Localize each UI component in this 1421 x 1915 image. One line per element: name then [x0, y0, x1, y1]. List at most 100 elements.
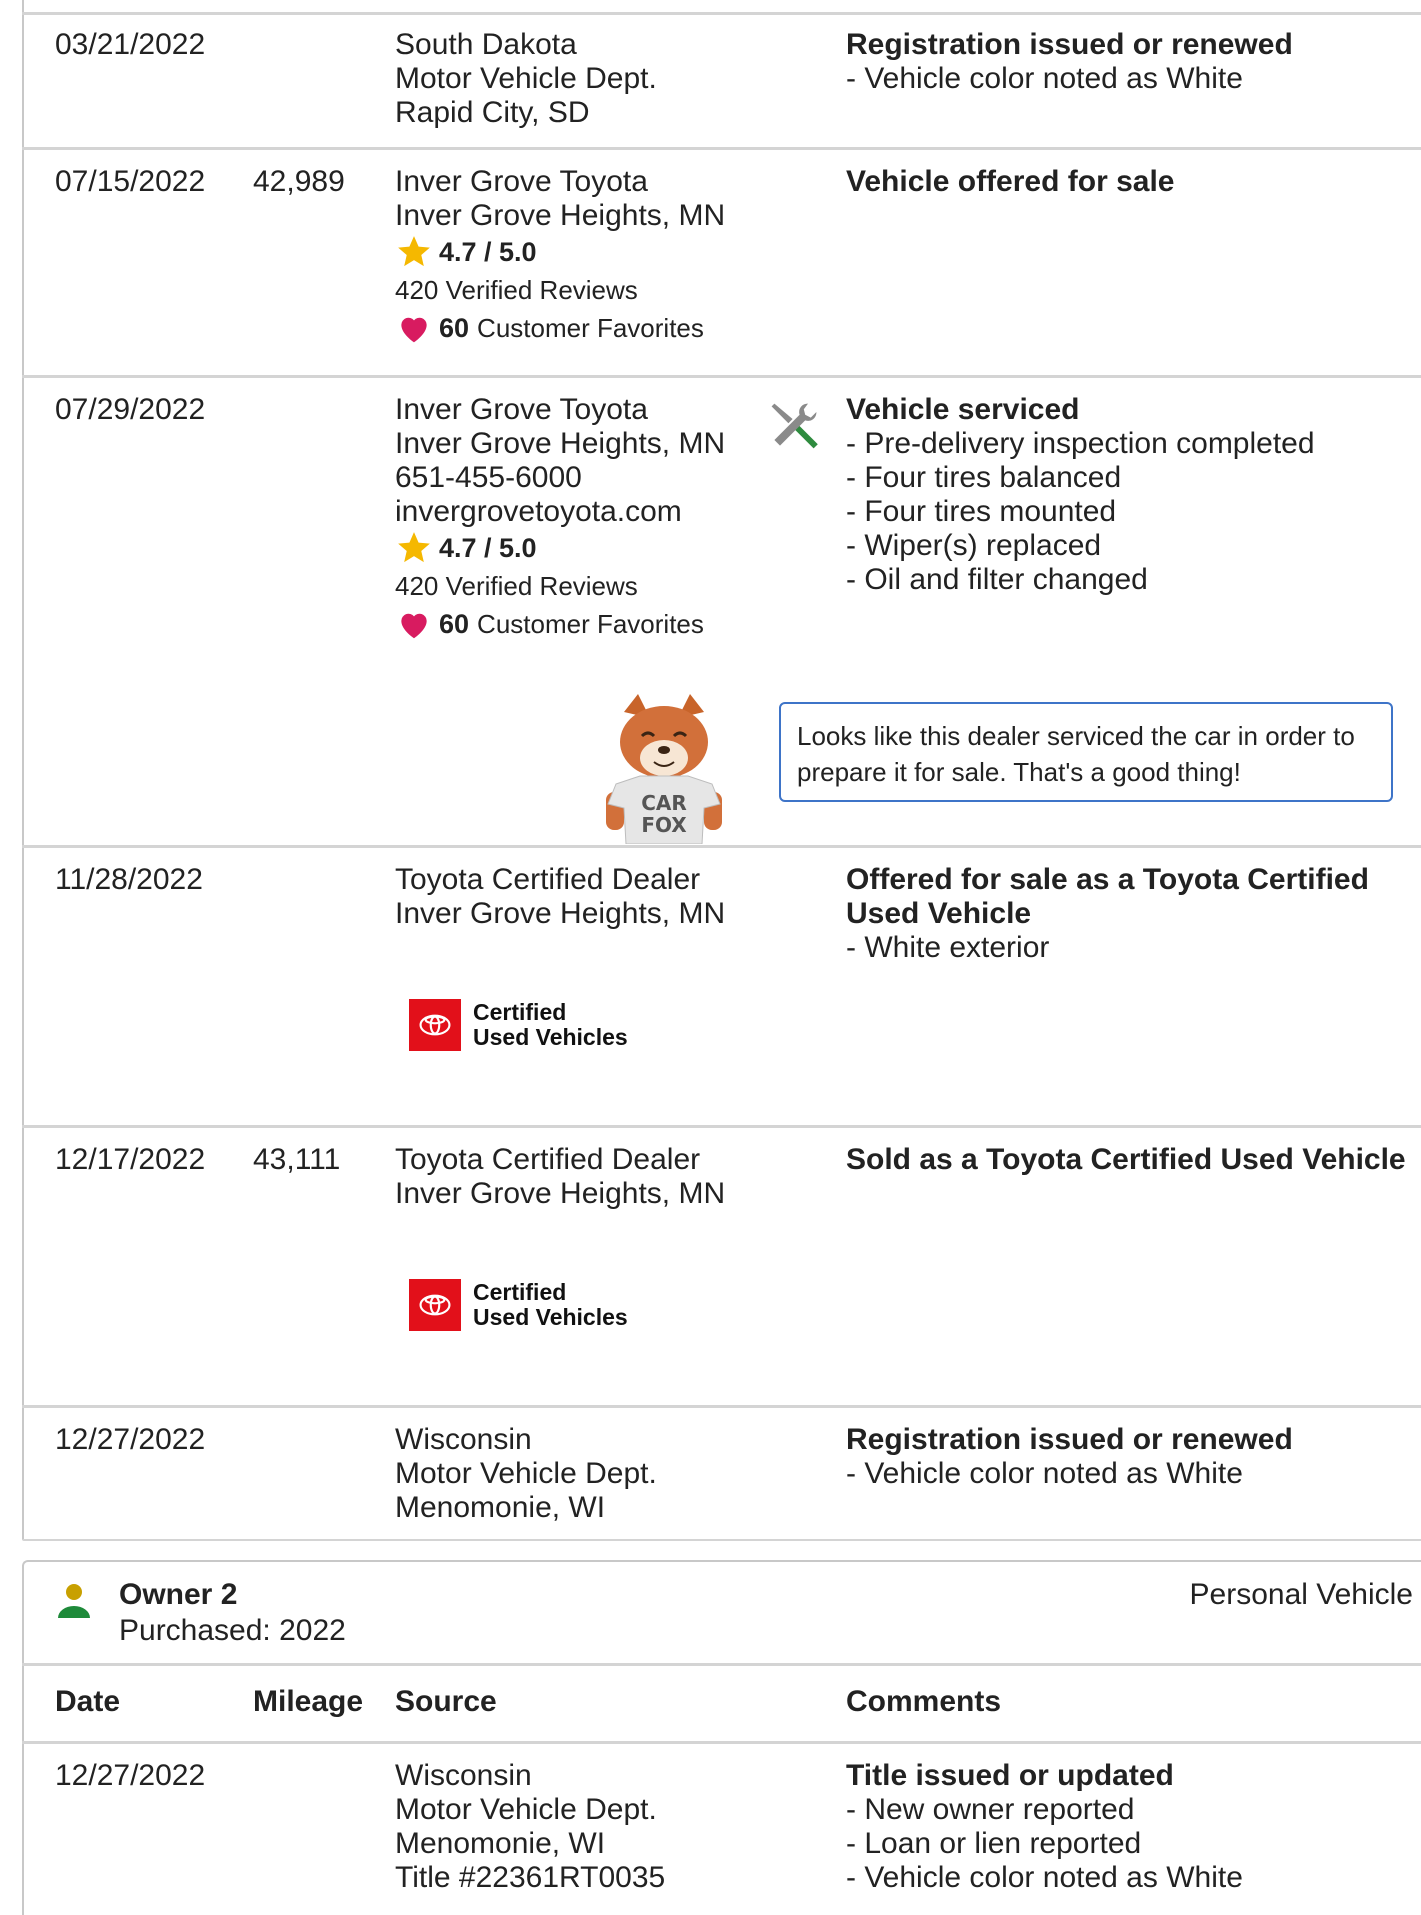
comment-item: Pre-delivery inspection completed [846, 427, 1416, 461]
owner-purchased: Purchased: 2022 [119, 1614, 346, 1647]
owner-vehicle-type: Personal Vehicle [1189, 1578, 1413, 1611]
toyota-logo-icon [409, 999, 461, 1051]
favorites-count: 60 [439, 609, 470, 639]
owner-title: Owner 2 [119, 1578, 238, 1611]
divider [22, 845, 1421, 848]
dealer-rating[interactable]: 4.7 / 5.0 [395, 233, 725, 271]
fox-shirt-line-2: FOX [641, 813, 687, 837]
source-line: Inver Grove Heights, MN [395, 1177, 726, 1210]
carfox-mascot: CAR FOX [606, 694, 722, 844]
owner-row-1-comments: Title issued or updated New owner report… [846, 1759, 1416, 1895]
fox-shirt-line-1: CAR [641, 791, 687, 815]
comment-item: Loan or lien reported [846, 1827, 1416, 1861]
dealer-phone[interactable]: 651-455-6000 [395, 461, 725, 495]
source-line: Inver Grove Heights, MN [395, 897, 726, 930]
heart-icon [401, 613, 427, 639]
source-line: Toyota Certified Dealer [395, 1143, 701, 1176]
source-line: Wisconsin [395, 1759, 532, 1792]
verified-reviews[interactable]: 420 Verified Reviews [395, 567, 725, 605]
row-1-comments: Registration issued or renewed Vehicle c… [846, 28, 1416, 96]
tools-icon [771, 403, 818, 449]
comment-title: Vehicle serviced [846, 393, 1080, 426]
row-2-source: Inver Grove Toyota Inver Grove Heights, … [395, 165, 725, 347]
comment-item: White exterior [846, 931, 1416, 965]
source-line: Menomonie, WI [395, 1827, 606, 1860]
comment-title: Vehicle offered for sale [846, 165, 1175, 198]
toyota-logo-icon [409, 1279, 461, 1331]
dealer-rating[interactable]: 4.7 / 5.0 [395, 529, 725, 567]
badge-line: Certified [473, 999, 567, 1025]
source-line: Inver Grove Heights, MN [395, 427, 726, 460]
badge-line: Used Vehicles [473, 1304, 628, 1330]
comment-item: Vehicle color noted as White [846, 1457, 1416, 1491]
source-line: Motor Vehicle Dept. [395, 62, 657, 95]
comment-item: Four tires mounted [846, 495, 1416, 529]
row-6-comments: Registration issued or renewed Vehicle c… [846, 1423, 1416, 1491]
owner-row-1-date: 12/27/2022 [55, 1759, 206, 1792]
comment-item: Oil and filter changed [846, 563, 1416, 597]
comment-item: Vehicle color noted as White [846, 1861, 1416, 1895]
carfox-tip: Looks like this dealer serviced the car … [779, 702, 1393, 802]
rating-value: 4.7 / 5.0 [439, 237, 537, 267]
comment-item: Four tires balanced [846, 461, 1416, 495]
source-line: Wisconsin [395, 1423, 532, 1456]
customer-favorites: 60 Customer Favorites [395, 605, 725, 643]
source-line: Menomonie, WI [395, 1491, 606, 1524]
certified-text: Certified Used Vehicles [473, 1000, 628, 1050]
divider [22, 1539, 1421, 1541]
column-header-comments: Comments [846, 1685, 1002, 1718]
comment-title: Offered for sale as a Toyota Certified U… [846, 863, 1369, 930]
favorites-count: 60 [439, 313, 470, 343]
column-header-date: Date [55, 1685, 121, 1718]
dealer-website-link[interactable]: invergrovetoyota.com [395, 495, 725, 529]
favorites-label: Customer Favorites [477, 609, 704, 639]
comment-title: Title issued or updated [846, 1759, 1174, 1792]
comment-title: Registration issued or renewed [846, 1423, 1293, 1456]
divider [22, 147, 1421, 150]
source-line: Toyota Certified Dealer [395, 863, 701, 896]
source-line: Motor Vehicle Dept. [395, 1793, 657, 1826]
row-5-mileage: 43,111 [253, 1143, 341, 1176]
title-number: Title #22361RT0035 [395, 1861, 666, 1894]
certified-used-badge: Certified Used Vehicles [409, 999, 628, 1051]
verified-reviews[interactable]: 420 Verified Reviews [395, 271, 725, 309]
row-2-mileage: 42,989 [253, 165, 345, 198]
comment-item: New owner reported [846, 1793, 1416, 1827]
left-border [22, 0, 24, 1540]
comment-item: Vehicle color noted as White [846, 62, 1416, 96]
row-2-date: 07/15/2022 [55, 165, 206, 198]
divider [22, 1405, 1421, 1408]
row-1-date: 03/21/2022 [55, 28, 206, 61]
vehicle-history-sheet: 03/21/2022 South Dakota Motor Vehicle De… [22, 0, 1421, 1915]
divider [22, 1125, 1421, 1128]
divider [22, 1663, 1421, 1666]
customer-favorites: 60 Customer Favorites [395, 309, 725, 347]
row-5-source: Toyota Certified Dealer Inver Grove Heig… [395, 1143, 725, 1211]
row-5-comments: Sold as a Toyota Certified Used Vehicle [846, 1143, 1416, 1177]
row-4-source: Toyota Certified Dealer Inver Grove Heig… [395, 863, 725, 931]
certified-used-badge: Certified Used Vehicles [409, 1279, 628, 1331]
favorites-label: Customer Favorites [477, 313, 704, 343]
dealer-name-link[interactable]: Inver Grove Toyota [395, 393, 725, 427]
column-header-source: Source [395, 1685, 497, 1718]
row-4-date: 11/28/2022 [55, 863, 203, 896]
row-3-comments: Vehicle serviced Pre-delivery inspection… [846, 393, 1416, 597]
source-line: Motor Vehicle Dept. [395, 1457, 657, 1490]
person-icon [58, 1584, 90, 1618]
row-4-comments: Offered for sale as a Toyota Certified U… [846, 863, 1416, 965]
dealer-name-link[interactable]: Inver Grove Toyota [395, 165, 725, 199]
row-6-date: 12/27/2022 [55, 1423, 206, 1456]
divider [22, 12, 1421, 15]
row-3-date: 07/29/2022 [55, 393, 206, 426]
row-5-date: 12/17/2022 [55, 1143, 206, 1176]
divider [22, 375, 1421, 378]
star-icon [398, 532, 430, 563]
comment-title: Sold as a Toyota Certified Used Vehicle [846, 1143, 1406, 1176]
comment-title: Registration issued or renewed [846, 28, 1293, 61]
row-6-source: Wisconsin Motor Vehicle Dept. Menomonie,… [395, 1423, 657, 1525]
certified-text: Certified Used Vehicles [473, 1280, 628, 1330]
comment-item: Wiper(s) replaced [846, 529, 1416, 563]
divider [22, 1741, 1421, 1744]
source-line: Rapid City, SD [395, 96, 590, 129]
row-2-comments: Vehicle offered for sale [846, 165, 1416, 199]
